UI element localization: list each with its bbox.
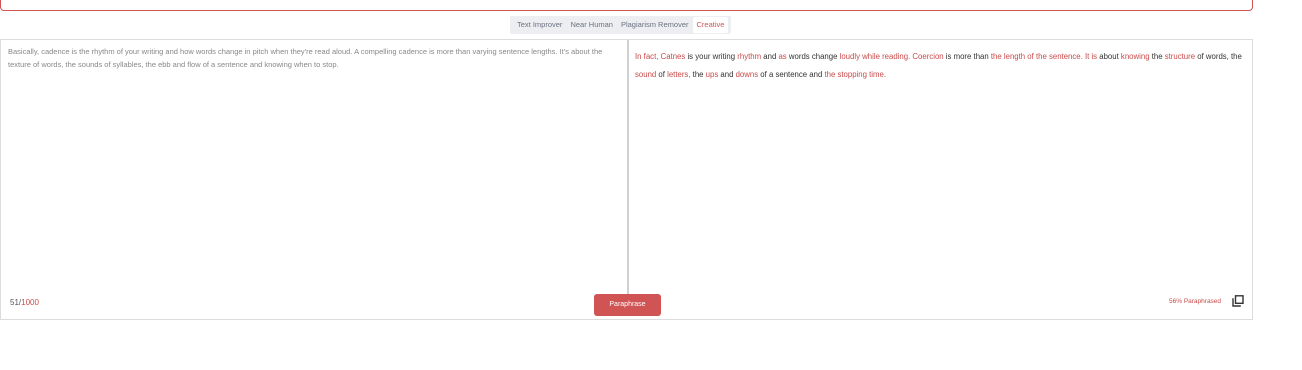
- output-phrase: and: [761, 52, 779, 61]
- changed-phrase[interactable]: as: [778, 52, 786, 61]
- copy-icon[interactable]: [1232, 295, 1244, 307]
- mode-tabs: Text Improver Near Human Plagiarism Remove…: [510, 16, 732, 34]
- tab-near-human[interactable]: Near Human: [566, 17, 617, 33]
- changed-phrase[interactable]: knowing: [1121, 52, 1150, 61]
- tab-text-improver[interactable]: Text Improver: [513, 17, 566, 33]
- input-textarea[interactable]: Basically, cadence is the rhythm of your…: [8, 46, 620, 71]
- output-phrase: is more than: [943, 52, 991, 61]
- paraphrased-percent: 56% Paraphrased: [1169, 298, 1222, 305]
- output-phrase: about: [1097, 52, 1121, 61]
- output-phrase: of a sentence and: [758, 70, 825, 79]
- output-phrase: the: [690, 70, 706, 79]
- paraphrase-button[interactable]: Paraphrase: [594, 294, 661, 316]
- output-phrase: words change: [786, 52, 840, 61]
- changed-phrase[interactable]: structure: [1165, 52, 1195, 61]
- output-phrase: of words, the: [1195, 52, 1242, 61]
- output-phrase: and: [718, 70, 736, 79]
- changed-phrase[interactable]: ups: [706, 70, 719, 79]
- output-text: In fact, Catnes is your writing rhythm a…: [635, 48, 1245, 84]
- top-tool-nav: ParaphraserSummarizerContent GeneraterPl…: [0, 0, 1253, 11]
- changed-phrase[interactable]: rhythm: [737, 52, 761, 61]
- changed-phrase[interactable]: downs: [736, 70, 759, 79]
- changed-phrase[interactable]: sound: [635, 70, 656, 79]
- output-phrase: of: [656, 70, 668, 79]
- word-count-current: 51: [10, 298, 19, 307]
- changed-phrase[interactable]: In fact, Catnes: [635, 52, 685, 61]
- panel-divider: [627, 40, 629, 297]
- output-phrase: is your writing: [685, 52, 738, 61]
- changed-phrase[interactable]: the length of the sentence. It is: [991, 52, 1097, 61]
- paraphrase-panel: Basically, cadence is the rhythm of your…: [0, 39, 1253, 320]
- word-count-max: 1000: [21, 298, 39, 307]
- output-phrase: the: [1149, 52, 1165, 61]
- changed-phrase[interactable]: loudly while reading. Coercion: [840, 52, 944, 61]
- tab-plagiarism-remover[interactable]: Plagiarism Remover: [617, 17, 693, 33]
- changed-phrase[interactable]: letters,: [667, 70, 690, 79]
- changed-phrase[interactable]: the stopping time.: [824, 70, 886, 79]
- word-counter: 51/1000: [10, 298, 39, 307]
- tab-creative[interactable]: Creative: [692, 17, 729, 33]
